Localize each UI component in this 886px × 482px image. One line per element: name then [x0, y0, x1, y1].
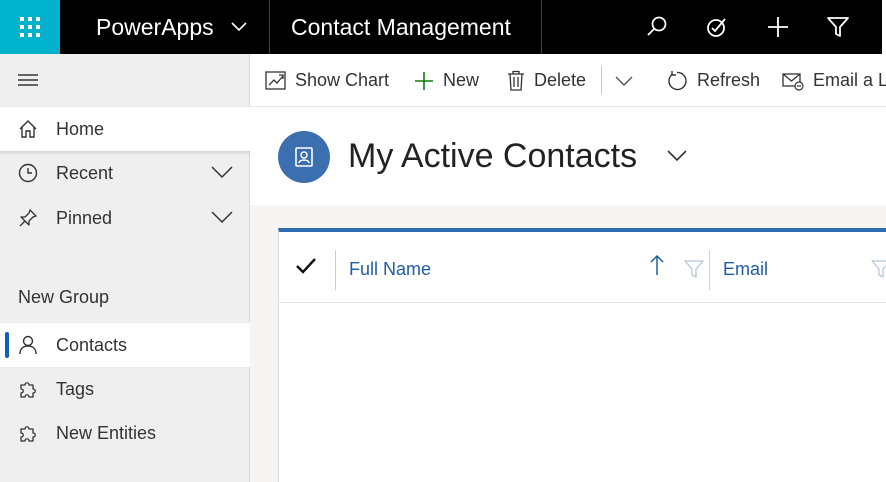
clock-icon [18, 163, 38, 183]
column-header-email[interactable]: Email [723, 259, 768, 280]
column-filter-icon[interactable] [871, 259, 886, 279]
sidebar-item-label: Pinned [56, 207, 113, 228]
brand-label: PowerApps [96, 13, 214, 40]
assistant-icon [707, 18, 726, 37]
sidebar-group-title: New Group [18, 287, 110, 307]
chart-icon [265, 71, 286, 90]
sidebar-item-label: Recent [56, 162, 114, 183]
new-label: New [443, 70, 480, 90]
show-chart-button[interactable]: Show Chart [265, 54, 389, 107]
data-grid: Full Name Email [278, 228, 886, 482]
column-header-full-name[interactable]: Full Name [349, 259, 431, 280]
filter-button[interactable] [822, 11, 854, 43]
more-commands-button[interactable] [614, 54, 643, 107]
waffle-icon [20, 17, 40, 37]
sort-ascending-icon [650, 254, 664, 275]
command-separator [601, 66, 602, 94]
column-filter-icon[interactable] [684, 259, 704, 279]
search-button[interactable] [641, 11, 673, 43]
puzzle-icon [20, 426, 36, 442]
new-record-button[interactable] [762, 11, 794, 43]
entity-avatar [278, 131, 330, 183]
top-bar: PowerApps Contact Management [0, 0, 886, 54]
chevron-down-icon[interactable] [211, 165, 233, 179]
assistant-button[interactable] [701, 11, 733, 43]
sidebar-item-tags[interactable]: Tags [0, 367, 250, 411]
email-link-label: Email a Link [813, 70, 886, 90]
refresh-label: Refresh [697, 70, 761, 90]
filter-icon [827, 17, 849, 37]
show-chart-label: Show Chart [295, 70, 390, 90]
app-launcher-button[interactable] [0, 0, 60, 54]
email-link-icon [782, 72, 804, 91]
search-icon [647, 16, 667, 36]
home-icon [19, 120, 37, 138]
chevron-down-icon[interactable] [211, 210, 233, 224]
view-selector-chevron-icon[interactable] [666, 149, 688, 163]
sidebar-item-label: New Entities [56, 422, 157, 443]
sidebar-item-contacts[interactable]: Contacts [0, 323, 250, 367]
sidebar-item-pinned[interactable]: Pinned [0, 196, 250, 240]
contact-card-icon [295, 147, 313, 167]
sidebar-item-label: Tags [56, 378, 95, 399]
sidebar-item-label: Home [56, 118, 105, 139]
sidebar-item-new-entities[interactable]: New Entities [0, 411, 250, 455]
top-bar-edge [882, 0, 886, 54]
brand-switcher[interactable]: PowerApps [60, 0, 270, 54]
view-title[interactable]: My Active Contacts [348, 137, 637, 176]
person-icon [19, 335, 37, 355]
column-separator [335, 250, 336, 290]
plus-icon [768, 17, 788, 37]
puzzle-icon [20, 382, 36, 398]
column-separator [709, 250, 710, 290]
refresh-icon [668, 70, 687, 90]
delete-label: Delete [534, 70, 587, 90]
view-header: My Active Contacts [250, 107, 886, 205]
trash-icon [508, 70, 524, 91]
sidebar: Home Recent Pinned New Group Contacts Ta… [0, 54, 250, 482]
sidebar-item-label: Contacts [56, 334, 128, 355]
hamburger-icon[interactable] [18, 72, 38, 88]
refresh-button[interactable]: Refresh [666, 54, 760, 107]
chevron-down-icon [231, 22, 247, 32]
pin-icon [19, 209, 37, 227]
plus-icon [415, 71, 433, 90]
delete-button[interactable]: Delete [507, 54, 586, 107]
command-bar: Show Chart New Delete Refresh Email a L [250, 54, 886, 107]
new-button[interactable]: New [414, 54, 479, 107]
chevron-down-icon [615, 76, 633, 86]
grid-header-row: Full Name Email [279, 232, 886, 303]
app-title[interactable]: Contact Management [270, 0, 542, 54]
sidebar-item-recent[interactable]: Recent [0, 151, 250, 195]
main-content: My Active Contacts Full Name Email [250, 107, 886, 482]
email-link-button[interactable]: Email a Link [782, 54, 886, 107]
select-all-checkmark-icon[interactable] [295, 256, 317, 276]
sidebar-item-home[interactable]: Home [0, 107, 250, 151]
